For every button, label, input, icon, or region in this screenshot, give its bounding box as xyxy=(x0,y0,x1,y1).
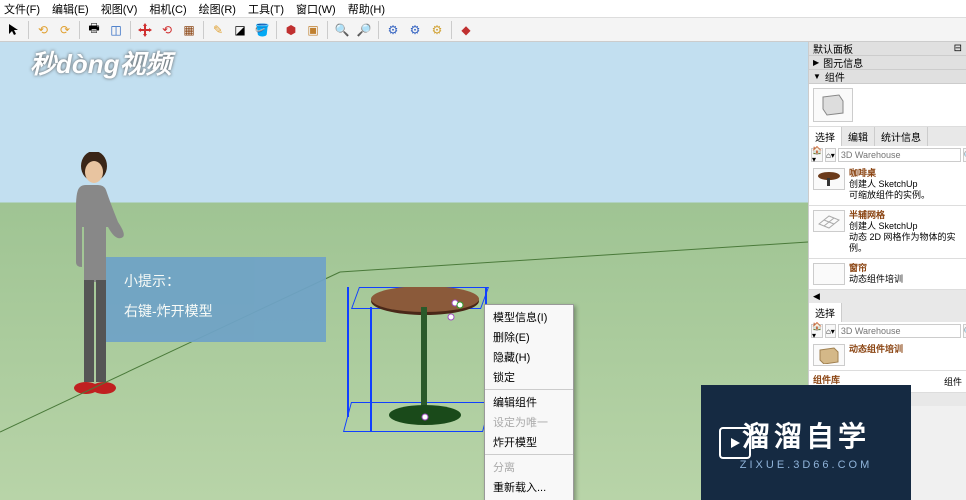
tab-stats[interactable]: 统计信息 xyxy=(875,127,928,146)
zoom-icon[interactable]: 🔍 xyxy=(332,20,352,40)
tab-select[interactable]: 选择 xyxy=(809,127,842,146)
menu-camera[interactable]: 相机(C) xyxy=(149,1,186,17)
separator xyxy=(130,21,131,39)
components-header[interactable]: ▼组件 xyxy=(809,70,966,84)
comp-author: 创建人 SketchUp xyxy=(849,221,962,232)
comp-label: 组件 xyxy=(944,375,962,388)
comp-name: 窗帘 xyxy=(849,263,903,274)
home-icon[interactable]: 🏠▾ xyxy=(811,148,823,162)
menu-draw[interactable]: 绘图(R) xyxy=(199,1,236,17)
eraser-tool-icon[interactable]: ◪ xyxy=(230,20,250,40)
move-tool-icon[interactable] xyxy=(135,20,155,40)
thumb-grid xyxy=(813,210,845,232)
thumb-box xyxy=(813,344,845,366)
comp-author: 创建人 SketchUp xyxy=(849,179,930,190)
promo-overlay: 溜溜自学 ZIXUE.3D66.COM xyxy=(701,385,911,500)
separator xyxy=(451,21,452,39)
search-row-2: 🏠▾ ⌂▾ 🔍 xyxy=(809,322,966,340)
menu-file[interactable]: 文件(F) xyxy=(4,1,40,17)
component-item-1[interactable]: 咖啡桌 创建人 SketchUp 可缩放组件的实例。 xyxy=(809,164,966,206)
thumb-coffee-table xyxy=(813,168,845,190)
nav-icon[interactable]: ⌂▾ xyxy=(825,324,836,338)
separator xyxy=(79,21,80,39)
separator xyxy=(203,21,204,39)
viewport-area: 秒dòng视频 xyxy=(0,42,808,500)
ruby-icon[interactable]: ◆ xyxy=(456,20,476,40)
component-search-row: 🏠▾ ⌂▾ 🔍 xyxy=(809,146,966,164)
ctx-delete[interactable]: 删除(E) xyxy=(485,327,573,347)
ctx-model-info[interactable]: 模型信息(I) xyxy=(485,307,573,327)
selected-thumb xyxy=(813,88,853,122)
menu-tools[interactable]: 工具(T) xyxy=(248,1,284,17)
promo-title: 溜溜自学 xyxy=(742,415,870,455)
print-icon[interactable]: 🖶 xyxy=(84,20,104,40)
comp-name: 半辅网格 xyxy=(849,210,962,221)
settings-icon[interactable]: ⚙ xyxy=(427,20,447,40)
menu-help[interactable]: 帮助(H) xyxy=(348,1,385,17)
separator xyxy=(28,21,29,39)
promo-url: ZIXUE.3D66.COM xyxy=(740,459,872,471)
ctx-reload[interactable]: 重新载入... xyxy=(485,477,573,497)
ctx-make-unique: 设定为唯一 xyxy=(485,412,573,432)
comp-desc: 动态组件培训 xyxy=(849,274,903,285)
undo-icon[interactable]: ⟲ xyxy=(33,20,53,40)
section-label: ◀ xyxy=(809,290,966,303)
redo-icon[interactable]: ⟳ xyxy=(55,20,75,40)
pencil-tool-icon[interactable]: ✎ xyxy=(208,20,228,40)
ctx-edit-component[interactable]: 编辑组件 xyxy=(485,392,573,412)
default-panel-header[interactable]: 默认面板⊟ xyxy=(809,42,966,56)
comp-desc: 可缩放组件的实例。 xyxy=(849,190,930,201)
selection-tabs: 选择 xyxy=(809,303,966,322)
ctx-separate: 分离 xyxy=(485,457,573,477)
comp-name: 咖啡桌 xyxy=(849,168,930,179)
model-info-icon[interactable]: ◫ xyxy=(106,20,126,40)
hint-overlay: 小提示： 右键-炸开模型 xyxy=(106,257,326,342)
paint-bucket-icon[interactable]: 🪣 xyxy=(252,20,272,40)
separator xyxy=(327,21,328,39)
component-item-3[interactable]: 窗帘 动态组件培训 xyxy=(809,259,966,290)
group-icon[interactable]: ▣ xyxy=(303,20,323,40)
tab-edit[interactable]: 编辑 xyxy=(842,127,875,146)
toolbar: ⟲ ⟳ 🖶 ◫ ⟲ ▦ ✎ ◪ 🪣 ⬢ ▣ 🔍 🔎 ⚙ ⚙ ⚙ ◆ xyxy=(0,18,966,42)
menu-bar: 文件(F) 编辑(E) 视图(V) 相机(C) 绘图(R) 工具(T) 窗口(W… xyxy=(0,0,966,18)
comp-name: 动态组件培训 xyxy=(849,344,903,355)
menu-window[interactable]: 窗口(W) xyxy=(296,1,336,17)
component-tabs: 选择 编辑 统计信息 xyxy=(809,127,966,146)
gear-icon[interactable]: ⚙ xyxy=(383,20,403,40)
ctx-explode[interactable]: 炸开模型 xyxy=(485,432,573,452)
context-menu: 模型信息(I) 删除(E) 隐藏(H) 锁定 编辑组件 设定为唯一 炸开模型 分… xyxy=(484,304,574,500)
select-tool-icon[interactable] xyxy=(4,20,24,40)
separator xyxy=(378,21,379,39)
play-icon xyxy=(719,427,751,459)
thumb-curtain xyxy=(813,263,845,285)
comp-desc: 动态 2D 网格作为物体的实例。 xyxy=(849,232,962,254)
hint-body: 右键-炸开模型 xyxy=(124,301,308,321)
component-item-2[interactable]: 半辅网格 创建人 SketchUp 动态 2D 网格作为物体的实例。 xyxy=(809,206,966,259)
watermark-logo: 秒dòng视频 xyxy=(30,44,172,81)
gear2-icon[interactable]: ⚙ xyxy=(405,20,425,40)
ctx-hide[interactable]: 隐藏(H) xyxy=(485,347,573,367)
menu-view[interactable]: 视图(V) xyxy=(101,1,138,17)
nav-icon[interactable]: ⌂▾ xyxy=(825,148,836,162)
3d-viewport[interactable]: 秒dòng视频 xyxy=(0,42,808,500)
ctx-lock[interactable]: 锁定 xyxy=(485,367,573,387)
selected-table-model[interactable] xyxy=(355,287,495,427)
component-icon[interactable]: ⬢ xyxy=(281,20,301,40)
search-input-2[interactable] xyxy=(838,324,961,338)
collapse-icon: ▼ xyxy=(813,72,821,81)
zoom-extents-icon[interactable]: 🔎 xyxy=(354,20,374,40)
component-item-4[interactable]: 动态组件培训 xyxy=(809,340,966,371)
expand-icon: ▶ xyxy=(813,58,819,67)
rotate-tool-icon[interactable]: ⟲ xyxy=(157,20,177,40)
entity-info-header[interactable]: ▶图元信息 xyxy=(809,56,966,70)
menu-edit[interactable]: 编辑(E) xyxy=(52,1,89,17)
home-icon[interactable]: 🏠▾ xyxy=(811,324,823,338)
tab-select-2[interactable]: 选择 xyxy=(809,303,842,322)
scale-tool-icon[interactable]: ▦ xyxy=(179,20,199,40)
hint-title: 小提示： xyxy=(124,271,308,291)
separator xyxy=(276,21,277,39)
search-input[interactable] xyxy=(838,148,961,162)
